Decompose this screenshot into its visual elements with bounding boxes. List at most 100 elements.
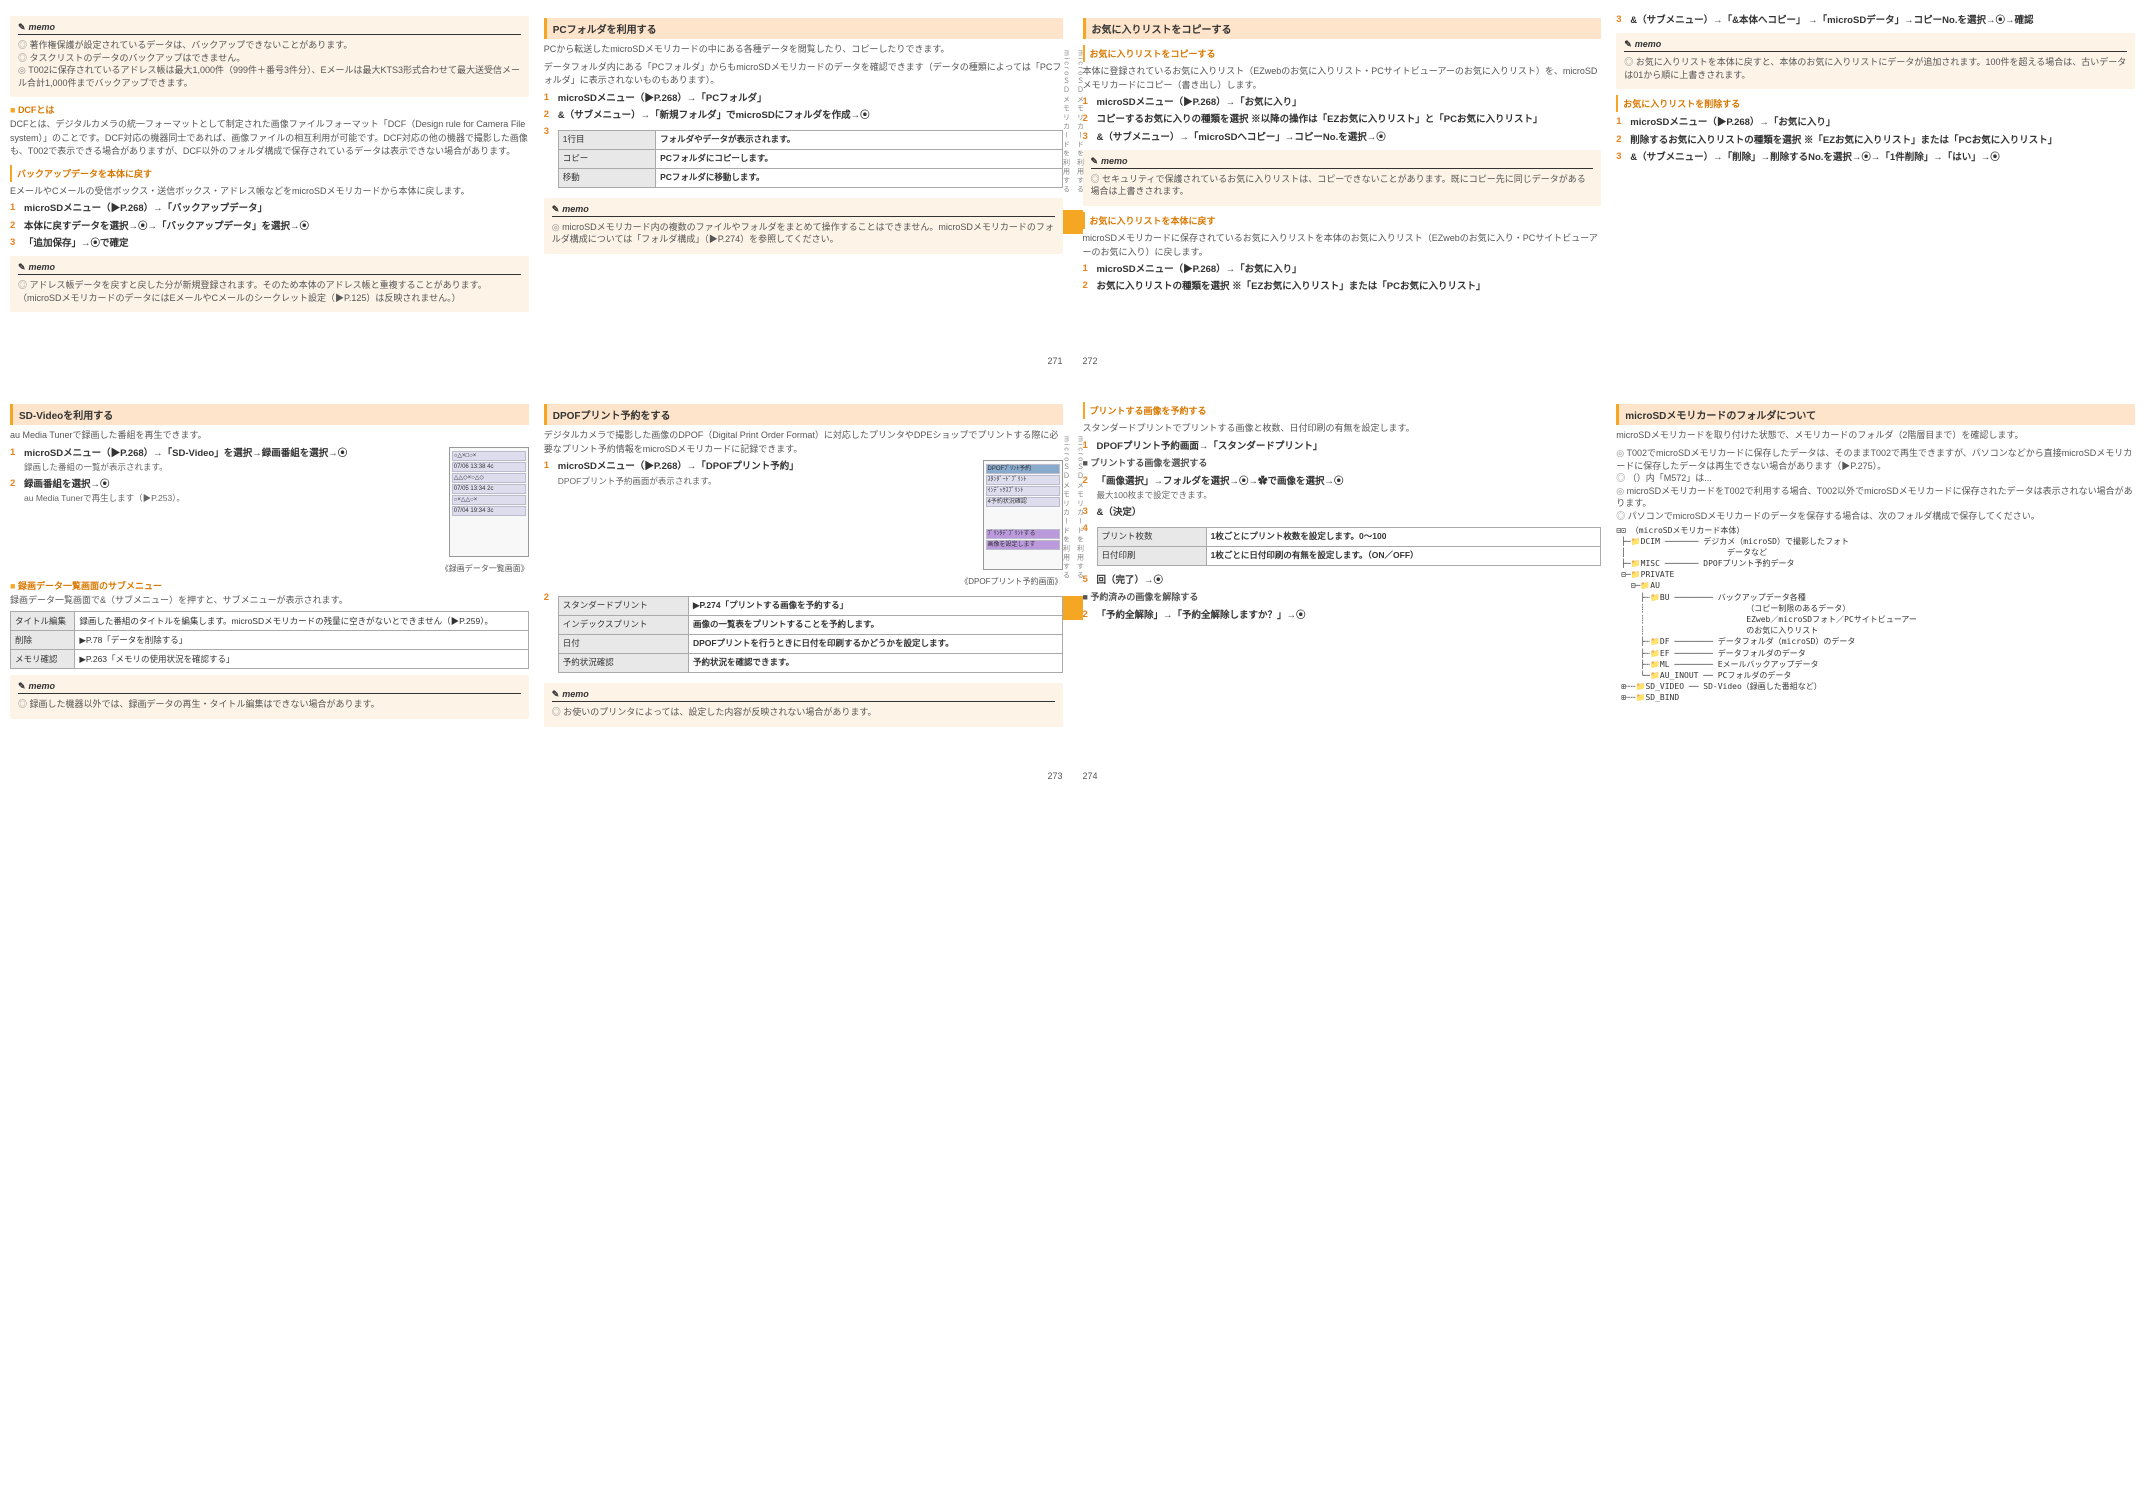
folder-tree: ⊟⊡ （microSDメモリカード本体） ├─📁DCIM ─────── デジカ… xyxy=(1616,525,2135,704)
step: 1microSDメニュー（▶P.268）→「お気に入り」 xyxy=(1616,116,2135,129)
block-label: ■ 予約済みの画像を解除する xyxy=(1083,591,1602,605)
memo-header: memo xyxy=(18,262,521,275)
block-label: ■ プリントする画像を選択する xyxy=(1083,457,1602,471)
side-tab xyxy=(1071,210,1083,234)
body: デジタルカメラで撮影した画像のDPOF（Digital Print Order … xyxy=(544,429,1063,456)
step: 2「画像選択」→フォルダを選択→⦿→✿で画像を選択→⦿最大100枚まで設定できま… xyxy=(1083,475,1602,502)
spread-2: SD-Videoを利用する au Media Tunerで録画した番組を再生でき… xyxy=(10,396,2135,732)
heading-fav: お気に入りリストをコピーする xyxy=(1083,18,1602,39)
p272-col-left: お気に入りリストをコピーする お気に入りリストをコピーする 本体に登録されている… xyxy=(1083,10,1602,318)
memo-header: memo xyxy=(552,204,1055,217)
step: 1microSDメニュー（▶P.268）→「お気に入り」 xyxy=(1083,96,1602,109)
body-dcf: DCFとは、デジタルカメラの統一フォーマットとして制定された画像ファイルフォーマ… xyxy=(10,118,529,159)
heading-dpof: DPOFプリント予約をする xyxy=(544,404,1063,425)
memo-box: memo 著作権保護が設定されているデータは、バックアップできないことがあります… xyxy=(10,16,529,97)
memo-list: 録画した機器以外では、録画データの再生・タイトル編集はできない場合があります。 xyxy=(18,698,521,711)
side-text: microＳＤメモリカードを利用する xyxy=(1075,50,1085,194)
subheading: お気に入りリストをコピーする xyxy=(1083,45,1602,62)
step: 3 1行目フォルダやデータが表示されます。 コピーPCフォルダにコピーします。 … xyxy=(544,126,1063,192)
memo-header: memo xyxy=(1624,39,2127,52)
body: データフォルダ内にある「PCフォルダ」からもmicroSDメモリカードのデータを… xyxy=(544,61,1063,88)
step: 1microSDメニュー（▶P.268）→「DPOFプリント予約」DPOFプリン… xyxy=(544,460,977,487)
memo-box: memo microSDメモリカード内の複数のファイルやフォルダをまとめて操作す… xyxy=(544,198,1063,254)
p274-col-left: プリントする画像を予約する スタンダードプリントでプリントする画像と枚数、日付印… xyxy=(1083,396,1602,732)
spread-1: memo 著作権保護が設定されているデータは、バックアップできないことがあります… xyxy=(10,10,2135,318)
body: スタンダードプリントでプリントする画像と枚数、日付印刷の有無を設定します。 xyxy=(1083,422,1602,436)
side-text: microＳＤメモリカードを利用する xyxy=(1075,436,1085,580)
screenshot-sdvideo: ○△×□○× 07/06 13:38 4c △△◇×○△◇ 07/05 13:3… xyxy=(449,447,529,557)
step: 2コピーするお気に入りの種類を選択 ※以降の操作は「EZお気に入りリスト」と「P… xyxy=(1083,113,1602,126)
heading-sdvideo: SD-Videoを利用する xyxy=(10,404,529,425)
step: 2&（サブメニュー）→「新規フォルダ」でmicroSDにフォルダを作成→⦿ xyxy=(544,109,1063,122)
side-text: microＳＤメモリカードを利用する xyxy=(1061,436,1071,580)
step: 2本体に戻すデータを選択→⦿→「バックアップデータ」を選択→⦿ xyxy=(10,220,529,233)
step: 2録画番組を選択→⦿au Media Tunerで再生します（▶P.253）。 xyxy=(10,478,443,505)
p273-col-left: SD-Videoを利用する au Media Tunerで録画した番組を再生でき… xyxy=(10,396,529,732)
memo-list: microSDメモリカード内の複数のファイルやフォルダをまとめて操作することはで… xyxy=(552,221,1055,246)
step: 3「追加保存」→⦿で確定 xyxy=(10,237,529,250)
side-tab xyxy=(1071,596,1083,620)
memo-box: memo 録画した機器以外では、録画データの再生・タイトル編集はできない場合があ… xyxy=(10,675,529,719)
step: 4 プリント枚数1枚ごとにプリント枚数を設定します。0〜100 日付印刷1枚ごと… xyxy=(1083,523,1602,570)
heading-restore: バックアップデータを本体に戻す xyxy=(10,165,529,182)
subheading: プリントする画像を予約する xyxy=(1083,402,1602,419)
page-273: SD-Videoを利用する au Media Tunerで録画した番組を再生でき… xyxy=(10,396,1063,732)
p273-col-right: DPOFプリント予約をする デジタルカメラで撮影した画像のDPOF（Digita… xyxy=(544,396,1063,732)
subheading: お気に入りリストを本体に戻す xyxy=(1083,212,1602,229)
page-number: 271 xyxy=(10,356,1063,366)
body: 本体に登録されているお気に入りリスト（EZwebのお気に入りリスト・PCサイトビ… xyxy=(1083,65,1602,92)
page-numbers-row1: 271 272 xyxy=(10,348,2135,366)
memo-list: お使いのプリンタによっては、設定した内容が反映されない場合があります。 xyxy=(552,706,1055,719)
page-274: microＳＤメモリカードを利用する プリントする画像を予約する スタンダードプ… xyxy=(1083,396,2136,732)
memo-box: memo お気に入りリストを本体に戻すと、本体のお気に入りリストにデータが追加さ… xyxy=(1616,33,2135,89)
page-272: microＳＤメモリカードを利用する お気に入りリストをコピーする お気に入りリ… xyxy=(1083,10,2136,318)
memo-header: memo xyxy=(18,22,521,35)
dpof-table: スタンダードプリント▶P.274「プリントする画像を予約する」 インデックスプリ… xyxy=(558,596,1063,673)
heading-dcf: DCFとは xyxy=(10,103,529,116)
print-table: プリント枚数1枚ごとにプリント枚数を設定します。0〜100 日付印刷1枚ごとに日… xyxy=(1097,527,1602,566)
memo-box: memo アドレス帳データを戻すと戻した分が新規登録されます。そのため本体のアド… xyxy=(10,256,529,312)
memo-header: memo xyxy=(1091,156,1594,169)
step: 2 スタンダードプリント▶P.274「プリントする画像を予約する」 インデックス… xyxy=(544,592,1063,677)
body: microSDメモリカードを取り付けた状態で、メモリカードのフォルダ（2階層目ま… xyxy=(1616,429,2135,443)
step: 3&（決定） xyxy=(1083,506,1602,519)
sdvideo-table: タイトル編集録画した番組のタイトルを編集します。microSDメモリカードの残量… xyxy=(10,611,529,669)
step: 2お気に入りリストの種類を選択 ※「EZお気に入りリスト」または「PCお気に入り… xyxy=(1083,280,1602,293)
page-numbers-row2: 273 274 xyxy=(10,763,2135,781)
body-list: T002でmicroSDメモリカードに保存したデータは、そのままT002で再生で… xyxy=(1616,447,2135,523)
memo-box: memo お使いのプリンタによっては、設定した内容が反映されない場合があります。 xyxy=(544,683,1063,727)
memo-box: memo セキュリティで保護されているお気に入りリストは、コピーできないことがあ… xyxy=(1083,150,1602,206)
screenshot-caption: 《DPOFプリント予約画面》 xyxy=(544,576,1063,588)
screenshot-dpof: DPOFﾌﾟﾘﾝﾄ予約 ｽﾀﾝﾀﾞｰﾄﾞﾌﾟﾘﾝﾄ ｲﾝﾃﾞｯｸｽﾌﾟﾘﾝﾄ 4… xyxy=(983,460,1063,570)
step: 1microSDメニュー（▶P.268）→「SD-Video」を選択→録画番組を… xyxy=(10,447,443,474)
p272-col-right: 3&（サブメニュー）→「&本体へコピー」 →「microSDデータ」→コピーNo… xyxy=(1616,10,2135,318)
memo-list: セキュリティで保護されているお気に入りリストは、コピーできないことがあります。既… xyxy=(1091,173,1594,198)
step: 3&（サブメニュー）→「microSDへコピー」→コピーNo.を選択→⦿ xyxy=(1083,131,1602,144)
step: 2「予約全解除」→「予約全解除しますか？」→⦿ xyxy=(1083,609,1602,622)
body-restore: EメールやCメールの受信ボックス・送信ボックス・アドレス帳などをmicroSDメ… xyxy=(10,185,529,199)
memo-list: お気に入りリストを本体に戻すと、本体のお気に入りリストにデータが追加されます。1… xyxy=(1624,56,2127,81)
memo-list: アドレス帳データを戻すと戻した分が新規登録されます。そのため本体のアドレス帳と重… xyxy=(18,279,521,304)
memo-header: memo xyxy=(18,681,521,694)
side-text: microＳＤメモリカードを利用する xyxy=(1061,50,1071,194)
heading-pc: PCフォルダを利用する xyxy=(544,18,1063,39)
heading-folder: microSDメモリカードのフォルダについて xyxy=(1616,404,2135,425)
p274-col-right: microSDメモリカードのフォルダについて microSDメモリカードを取り付… xyxy=(1616,396,2135,732)
pc-table: 1行目フォルダやデータが表示されます。 コピーPCフォルダにコピーします。 移動… xyxy=(558,130,1063,188)
page-number: 272 xyxy=(1083,356,2136,366)
step: 3&（サブメニュー）→「&本体へコピー」 →「microSDデータ」→コピーNo… xyxy=(1616,14,2135,27)
step: 1microSDメニュー（▶P.268）→「お気に入り」 xyxy=(1083,263,1602,276)
step: 1microSDメニュー（▶P.268）→「バックアップデータ」 xyxy=(10,202,529,215)
screenshot-caption: 《録画データ一覧画面》 xyxy=(10,563,529,575)
step: 1DPOFプリント予約画面→「スタンダードプリント」 xyxy=(1083,440,1602,453)
body: 録画データ一覧画面で&（サブメニュー）を押すと、サブメニューが表示されます。 xyxy=(10,594,529,608)
page-number: 273 xyxy=(10,771,1063,781)
p271-col-left: memo 著作権保護が設定されているデータは、バックアップできないことがあります… xyxy=(10,10,529,318)
step: 3&（サブメニュー）→「削除」→削除するNo.を選択→⦿→「1件削除」→「はい」… xyxy=(1616,151,2135,164)
step: 5回（完了）→⦿ xyxy=(1083,574,1602,587)
body: microSDメモリカードに保存されているお気に入りリストを本体のお気に入りリス… xyxy=(1083,232,1602,259)
subheading: お気に入りリストを削除する xyxy=(1616,95,2135,112)
body: au Media Tunerで録画した番組を再生できます。 xyxy=(10,429,529,443)
step: 2削除するお気に入りリストの種類を選択 ※「EZお気に入りリスト」または「PCお… xyxy=(1616,134,2135,147)
memo-list: 著作権保護が設定されているデータは、バックアップできないことがあります。 タスク… xyxy=(18,39,521,89)
